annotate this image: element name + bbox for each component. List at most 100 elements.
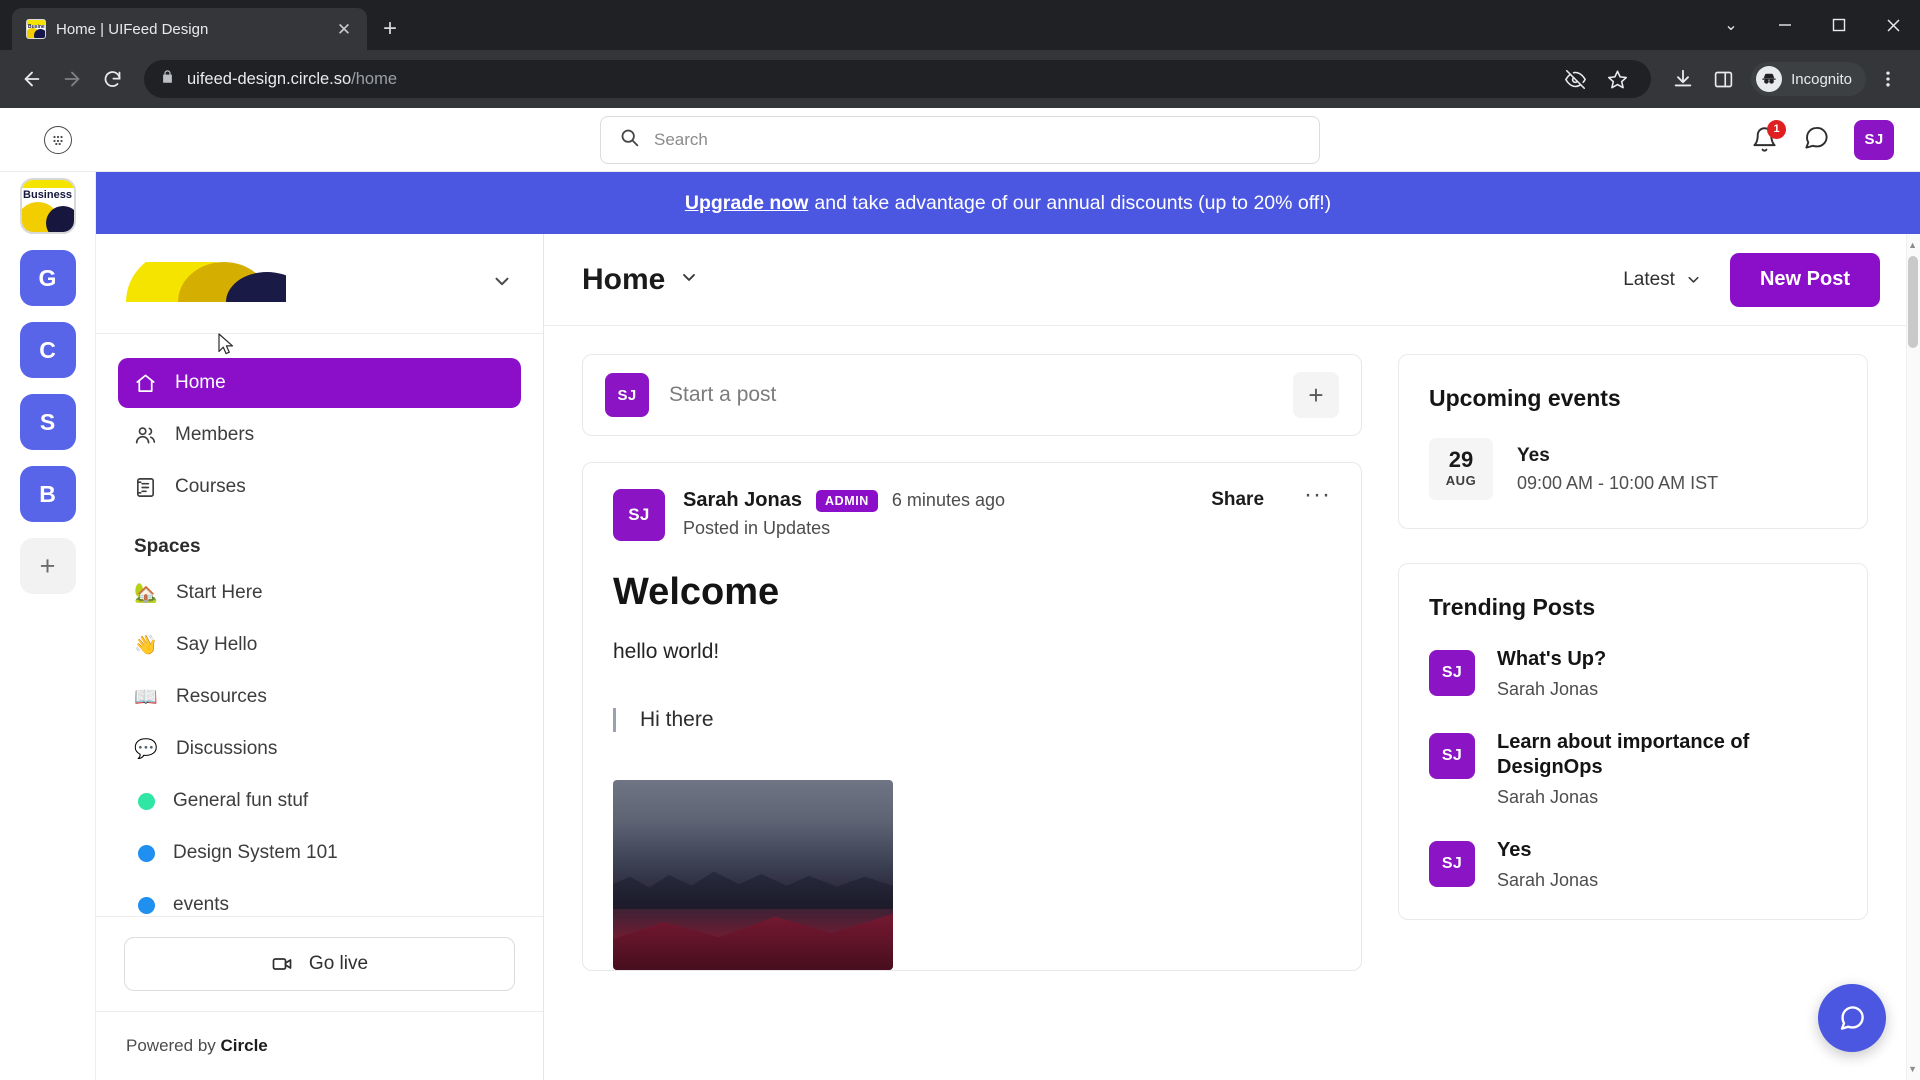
upgrade-now-link[interactable]: Upgrade now xyxy=(685,192,809,215)
incognito-profile-button[interactable]: Incognito xyxy=(1751,62,1866,96)
url-path: /home xyxy=(351,69,398,88)
main-content: Home Latest New Post SJ Start a post + S… xyxy=(544,234,1920,1080)
new-post-button[interactable]: New Post xyxy=(1729,252,1880,307)
scroll-up-icon[interactable]: ▲ xyxy=(1908,240,1917,250)
download-icon[interactable] xyxy=(1665,61,1701,97)
address-bar[interactable]: uifeed-design.circle.so/home xyxy=(144,60,1652,98)
app-header: Search 1 SJ xyxy=(0,108,1920,172)
rail-item-c[interactable]: C xyxy=(19,322,76,378)
scroll-down-icon[interactable]: ▼ xyxy=(1908,1064,1917,1074)
post-timestamp: 6 minutes ago xyxy=(891,490,1005,510)
sidebar-item-say-hello[interactable]: 👋 Say Hello xyxy=(118,620,521,670)
rail-item-b[interactable]: B xyxy=(19,466,76,522)
composer-add-button[interactable]: + xyxy=(1293,372,1339,418)
bookmark-star-icon[interactable] xyxy=(1599,61,1635,97)
sidebar-item-members[interactable]: Members xyxy=(118,410,521,460)
share-button[interactable]: Share xyxy=(1211,489,1264,511)
sidebar-item-discussions[interactable]: 💬 Discussions xyxy=(118,724,521,774)
search-input[interactable]: Search xyxy=(600,115,1320,164)
trending-title: Learn about importance of DesignOps xyxy=(1497,730,1750,779)
rail-item-business[interactable]: Business xyxy=(19,178,76,234)
post-image xyxy=(613,780,893,970)
trending-post-item[interactable]: SJ What's Up? Sarah Jonas xyxy=(1429,647,1837,700)
trending-post-item[interactable]: SJ Learn about importance of DesignOps S… xyxy=(1429,730,1837,808)
page-title-chevron-down-icon[interactable] xyxy=(679,267,699,292)
close-tab-icon[interactable]: ✕ xyxy=(333,21,355,38)
sidebar-item-start-here[interactable]: 🏡 Start Here xyxy=(118,568,521,618)
close-window-icon[interactable] xyxy=(1866,0,1920,50)
rail-item-g[interactable]: G xyxy=(19,250,76,306)
speech-balloon-emoji-icon: 💬 xyxy=(134,739,158,760)
trending-avatar: SJ xyxy=(1429,840,1475,887)
content-columns: SJ Start a post + SJ Sarah Jonas ADMIN 6… xyxy=(544,326,1920,1080)
window-controls: ⌄ xyxy=(1704,0,1920,50)
minimize-icon[interactable] xyxy=(1758,0,1812,50)
post-body: hello world! xyxy=(613,640,720,663)
sidebar-item-resources[interactable]: 📖 Resources xyxy=(118,672,521,722)
trending-avatar: SJ xyxy=(1429,732,1475,779)
incognito-label: Incognito xyxy=(1791,70,1852,88)
banner-text: and take advantage of our annual discoun… xyxy=(814,191,1332,214)
side-panel-icon[interactable] xyxy=(1705,61,1741,97)
post-meta-top: Sarah Jonas ADMIN 6 minutes ago xyxy=(683,489,1193,512)
window-chevron-icon[interactable]: ⌄ xyxy=(1704,0,1758,50)
sidebar-item-home[interactable]: Home xyxy=(118,358,521,408)
sidebar-item-label: Say Hello xyxy=(176,634,258,655)
chat-bubble-icon xyxy=(1840,1006,1864,1030)
browser-window: Business Home | UIFeed Design ✕ + ⌄ xyxy=(0,0,1920,1080)
sidebar-item-design-system-101[interactable]: Design System 101 xyxy=(118,828,521,878)
page-scrollbar[interactable]: ▲ ▼ xyxy=(1906,234,1920,1080)
chrome-menu-icon[interactable] xyxy=(1870,61,1906,97)
post-space[interactable]: Posted in Updates xyxy=(683,518,1193,539)
trending-post-item[interactable]: SJ Yes Sarah Jonas xyxy=(1429,838,1837,891)
notifications-button[interactable]: 1 xyxy=(1751,119,1786,154)
reload-icon[interactable] xyxy=(94,61,130,97)
new-tab-icon[interactable]: + xyxy=(383,17,397,41)
community-brand-row[interactable] xyxy=(96,234,543,334)
maximize-icon[interactable] xyxy=(1812,0,1866,50)
video-camera-icon xyxy=(272,958,292,970)
post-author-avatar[interactable]: SJ xyxy=(613,489,665,541)
powered-brand: Circle xyxy=(220,1036,268,1055)
favicon-icon: Business xyxy=(26,19,46,39)
trending-posts-card: Trending Posts SJ What's Up? Sarah Jonas… xyxy=(1398,563,1868,920)
space-color-dot-icon xyxy=(138,844,155,862)
event-item[interactable]: 29 AUG Yes 09:00 AM - 10:00 AM IST xyxy=(1429,438,1837,501)
event-day: 29 xyxy=(1448,447,1474,472)
members-icon xyxy=(135,426,156,444)
hide-icon[interactable] xyxy=(1557,61,1593,97)
rail-item-s[interactable]: S xyxy=(19,394,76,450)
sidebar-item-general-fun-stuf[interactable]: General fun stuf xyxy=(118,776,521,826)
header-actions: 1 SJ xyxy=(1751,119,1894,160)
sidebar-item-courses[interactable]: Courses xyxy=(118,462,521,512)
community-switcher-icon[interactable] xyxy=(44,125,72,154)
sort-dropdown[interactable]: Latest xyxy=(1623,269,1702,291)
upcoming-events-title: Upcoming events xyxy=(1429,385,1621,411)
trending-text: Learn about importance of DesignOps Sara… xyxy=(1497,730,1837,808)
back-icon[interactable] xyxy=(14,61,50,97)
tab-strip: Business Home | UIFeed Design ✕ + ⌄ xyxy=(0,0,1920,50)
notification-badge: 1 xyxy=(1767,119,1786,139)
post-author-name[interactable]: Sarah Jonas xyxy=(683,489,802,512)
browser-tab[interactable]: Business Home | UIFeed Design ✕ xyxy=(12,8,367,50)
feed-column: SJ Start a post + SJ Sarah Jonas ADMIN 6… xyxy=(582,354,1362,1080)
chevron-down-icon[interactable] xyxy=(491,270,513,297)
web-page: Search 1 SJ Upgrade now and take advanta… xyxy=(0,108,1920,1080)
sidebar-item-events[interactable]: events xyxy=(118,880,521,916)
post-composer[interactable]: SJ Start a post + xyxy=(582,354,1362,436)
post-more-options-icon[interactable]: ··· xyxy=(1304,483,1331,507)
composer-placeholder: Start a post xyxy=(669,383,777,406)
messages-button[interactable] xyxy=(1803,124,1830,156)
add-community-button[interactable]: + xyxy=(19,538,76,594)
user-avatar[interactable]: SJ xyxy=(1854,119,1894,160)
sidebar-item-label: Start Here xyxy=(176,582,263,603)
post-blockquote-text: Hi there xyxy=(640,708,714,731)
wave-emoji-icon: 👋 xyxy=(134,635,158,656)
go-live-section: Go live xyxy=(96,916,543,1011)
go-live-button[interactable]: Go live xyxy=(124,937,515,991)
search-placeholder: Search xyxy=(654,129,708,149)
sidebar: Home Members Courses Spaces 🏡 Start Here xyxy=(96,234,544,1080)
scrollbar-thumb[interactable] xyxy=(1908,256,1918,348)
chat-support-button[interactable] xyxy=(1818,984,1886,1052)
forward-icon[interactable] xyxy=(54,61,90,97)
